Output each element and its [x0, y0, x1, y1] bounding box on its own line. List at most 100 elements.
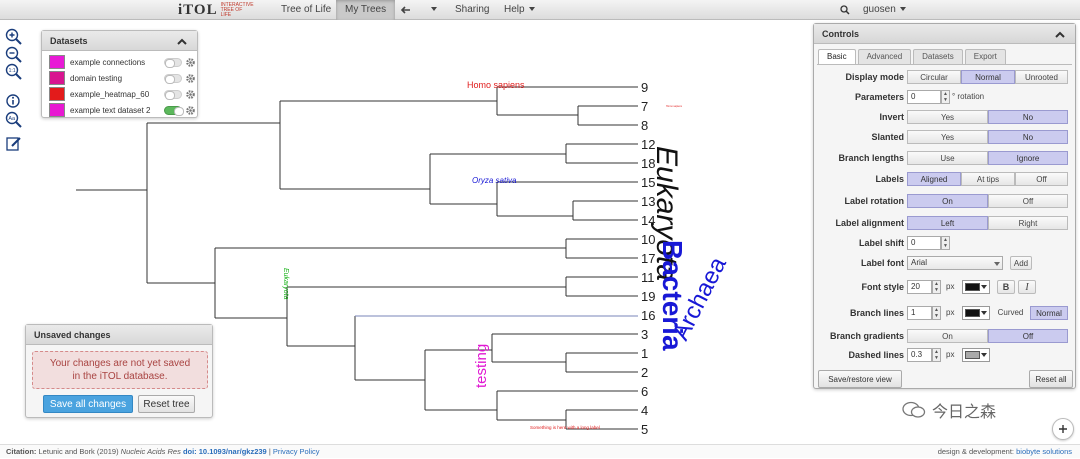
invert-label: Invert	[879, 112, 904, 122]
leaf-label[interactable]: 5	[641, 422, 648, 437]
label-shift-stepper[interactable]: ▲ ▼	[941, 236, 950, 250]
rotation-stepper[interactable]: ▲ ▼	[941, 90, 950, 104]
dashed-color-picker[interactable]	[962, 348, 990, 362]
dashed-width-unit: px	[946, 350, 955, 359]
gear-icon[interactable]	[185, 57, 196, 68]
leaf-label[interactable]: 7	[641, 99, 648, 114]
unsaved-message-line: in the iTOL database.	[72, 371, 168, 382]
leaf-label[interactable]: 2	[641, 365, 648, 380]
dataset-color-swatch	[49, 55, 65, 69]
display-mode-normal[interactable]: Normal	[961, 70, 1015, 84]
parameters-label: Parameters	[854, 92, 904, 102]
tab-export[interactable]: Export	[964, 49, 1006, 64]
save-all-changes-button[interactable]: Save all changes	[43, 395, 133, 413]
controls-panel: Controls Basic Advanced Datasets Export …	[813, 23, 1076, 389]
gear-icon[interactable]	[185, 73, 196, 84]
branch-normal-option[interactable]: Normal	[1030, 306, 1068, 320]
branch-lengths-row: Branch lengths Use Ignore	[817, 150, 1072, 166]
label-font-select[interactable]: Arial	[907, 256, 1003, 270]
dataset-label: domain testing	[70, 73, 123, 83]
branch-lengths-ignore[interactable]: Ignore	[988, 151, 1068, 165]
rotation-input[interactable]: 0	[907, 90, 941, 104]
slanted-yes[interactable]: Yes	[907, 130, 988, 144]
labels-at-tips[interactable]: At tips	[961, 172, 1015, 186]
display-mode-label: Display mode	[845, 72, 904, 82]
bold-button[interactable]: B	[997, 280, 1015, 294]
chevron-down-icon	[994, 262, 1000, 266]
add-fab-button[interactable]	[1052, 418, 1074, 440]
branch-gradients-row: Branch gradients On Off	[817, 328, 1072, 344]
leaf-label[interactable]: 4	[641, 403, 648, 418]
font-style-label: Font style	[861, 282, 904, 292]
reset-tree-button[interactable]: Reset tree	[138, 395, 195, 413]
dataset-row[interactable]: example text dataset 2	[42, 102, 197, 118]
labels-off[interactable]: Off	[1015, 172, 1068, 186]
slanted-no[interactable]: No	[988, 130, 1068, 144]
branch-gradients-label: Branch gradients	[829, 331, 904, 341]
branch-width-stepper[interactable]: ▲ ▼	[932, 306, 941, 320]
branch-width-input[interactable]: 1	[907, 306, 932, 320]
dataset-row[interactable]: example connections	[42, 54, 197, 70]
branch-curved-option[interactable]: Curved	[992, 306, 1029, 320]
leaf-label[interactable]: 16	[641, 308, 655, 323]
display-mode-circular[interactable]: Circular	[907, 70, 961, 84]
chevron-up-icon[interactable]	[1053, 28, 1067, 40]
tab-basic[interactable]: Basic	[818, 49, 856, 64]
label-rotation-off[interactable]: Off	[988, 194, 1068, 208]
leaf-label[interactable]: 1	[641, 346, 648, 361]
dashed-width-input[interactable]: 0.3	[907, 348, 932, 362]
label-alignment-left[interactable]: Left	[907, 216, 988, 230]
font-size-input[interactable]: 20	[907, 280, 932, 294]
citation-doi-link[interactable]: doi: 10.1093/nar/gkz239	[183, 447, 267, 456]
footer: Citation: Letunic and Bork (2019) Nuclei…	[0, 444, 1080, 458]
branch-gradients-off[interactable]: Off	[988, 329, 1068, 343]
gear-icon[interactable]	[185, 89, 196, 100]
leaf-label[interactable]: 8	[641, 118, 648, 133]
label-alignment-right[interactable]: Right	[988, 216, 1068, 230]
leaf-label[interactable]: 9	[641, 80, 648, 95]
display-mode-unrooted[interactable]: Unrooted	[1015, 70, 1068, 84]
dashed-width-stepper[interactable]: ▲ ▼	[932, 348, 941, 362]
reset-all-button[interactable]: Reset all	[1029, 370, 1073, 388]
branch-color-picker[interactable]	[962, 306, 990, 320]
biobyte-link[interactable]: biobyte solutions	[1016, 447, 1072, 456]
dataset-label: example text dataset 2	[70, 105, 151, 115]
dataset-toggle[interactable]	[164, 105, 184, 116]
tab-datasets[interactable]: Datasets	[913, 49, 963, 64]
font-color-picker[interactable]	[962, 280, 990, 294]
privacy-policy-link[interactable]: Privacy Policy	[273, 447, 320, 456]
leaf-label[interactable]: 19	[641, 289, 655, 304]
save-restore-view-button[interactable]: Save/restore view	[818, 370, 902, 388]
rotation-unit: ° rotation	[952, 92, 985, 101]
dataset-toggle[interactable]	[164, 73, 182, 84]
unsaved-changes-panel: Unsaved changes Your changes are not yet…	[25, 324, 213, 418]
label-rotation-on[interactable]: On	[907, 194, 988, 208]
branch-lines-row: Branch lines 1 ▲ ▼ px Curved Normal	[817, 305, 1072, 321]
font-size-stepper[interactable]: ▲ ▼	[932, 280, 941, 294]
chevron-up-icon[interactable]	[175, 35, 189, 47]
labels-aligned[interactable]: Aligned	[907, 172, 961, 186]
add-font-button[interactable]: Add	[1010, 256, 1032, 270]
invert-no[interactable]: No	[988, 110, 1068, 124]
parameters-row: Parameters 0 ▲ ▼ ° rotation	[817, 89, 1072, 105]
italic-button[interactable]: I	[1018, 280, 1036, 294]
dataset-toggle[interactable]	[164, 57, 182, 68]
label-shift-input[interactable]: 0	[907, 236, 941, 250]
leaf-label[interactable]: 6	[641, 384, 648, 399]
testing-label: testing	[473, 344, 490, 388]
dataset-toggle[interactable]	[164, 89, 182, 100]
gear-icon[interactable]	[185, 105, 196, 116]
dataset-label: example_heatmap_60	[70, 89, 150, 99]
oryza-sativa-label: Oryza sativa	[472, 176, 517, 185]
branch-lengths-use[interactable]: Use	[907, 151, 988, 165]
tab-advanced[interactable]: Advanced	[857, 49, 912, 64]
branch-gradients-on[interactable]: On	[907, 329, 988, 343]
dataset-row[interactable]: domain testing	[42, 70, 197, 86]
citation-journal: Nucleic Acids Res	[120, 447, 181, 456]
dataset-row[interactable]: example_heatmap_60	[42, 86, 197, 102]
chevron-down-icon	[981, 311, 987, 315]
leaf-label[interactable]: 3	[641, 327, 648, 342]
invert-yes[interactable]: Yes	[907, 110, 988, 124]
label-shift-row: Label shift 0 ▲ ▼	[817, 235, 1072, 251]
datasets-panel: Datasets example connections domain test…	[41, 30, 198, 118]
